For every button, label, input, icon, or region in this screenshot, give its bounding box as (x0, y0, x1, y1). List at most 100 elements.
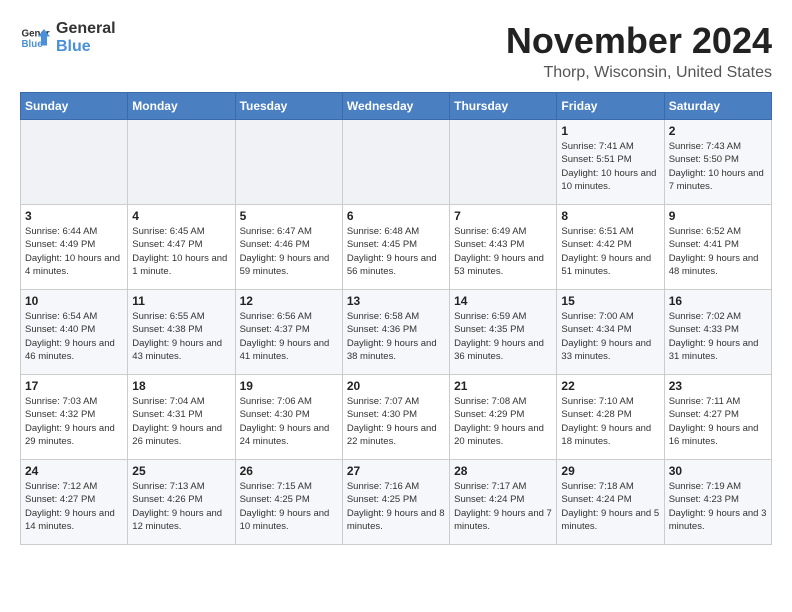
calendar-cell (235, 120, 342, 205)
day-number: 13 (347, 294, 445, 308)
day-number: 18 (132, 379, 230, 393)
location-title: Thorp, Wisconsin, United States (506, 64, 772, 82)
day-number: 16 (669, 294, 767, 308)
day-info: Sunrise: 7:04 AM Sunset: 4:31 PM Dayligh… (132, 395, 230, 448)
day-number: 10 (25, 294, 123, 308)
calendar-cell: 9Sunrise: 6:52 AM Sunset: 4:41 PM Daylig… (664, 205, 771, 290)
header-day-saturday: Saturday (664, 93, 771, 120)
day-info: Sunrise: 7:08 AM Sunset: 4:29 PM Dayligh… (454, 395, 552, 448)
header-day-monday: Monday (128, 93, 235, 120)
day-info: Sunrise: 7:03 AM Sunset: 4:32 PM Dayligh… (25, 395, 123, 448)
day-info: Sunrise: 6:45 AM Sunset: 4:47 PM Dayligh… (132, 225, 230, 278)
day-number: 8 (561, 209, 659, 223)
day-info: Sunrise: 6:47 AM Sunset: 4:46 PM Dayligh… (240, 225, 338, 278)
calendar-header: SundayMondayTuesdayWednesdayThursdayFrid… (21, 93, 772, 120)
calendar-cell: 19Sunrise: 7:06 AM Sunset: 4:30 PM Dayli… (235, 375, 342, 460)
calendar-cell: 21 Sunrise: 7:08 AM Sunset: 4:29 PM Dayli… (450, 375, 557, 460)
header-row: SundayMondayTuesdayWednesdayThursdayFrid… (21, 93, 772, 120)
calendar-cell: 7 Sunrise: 6:49 AM Sunset: 4:43 PM Daylig… (450, 205, 557, 290)
day-info: Sunrise: 7:41 AM Sunset: 5:51 PM Dayligh… (561, 140, 659, 193)
calendar-cell: 15Sunrise: 7:00 AM Sunset: 4:34 PM Dayli… (557, 290, 664, 375)
calendar-cell: 18 Sunrise: 7:04 AM Sunset: 4:31 PM Dayli… (128, 375, 235, 460)
day-info: Sunrise: 6:56 AM Sunset: 4:37 PM Dayligh… (240, 310, 338, 363)
calendar-cell: 28 Sunrise: 7:17 AM Sunset: 4:24 PM Dayli… (450, 460, 557, 545)
day-number: 26 (240, 464, 338, 478)
day-info: Sunrise: 6:52 AM Sunset: 4:41 PM Dayligh… (669, 225, 767, 278)
day-number: 4 (132, 209, 230, 223)
day-info: Sunrise: 7:12 AM Sunset: 4:27 PM Dayligh… (25, 480, 123, 533)
day-info: Sunrise: 7:10 AM Sunset: 4:28 PM Dayligh… (561, 395, 659, 448)
day-number: 28 (454, 464, 552, 478)
day-number: 20 (347, 379, 445, 393)
header: General Blue General Blue November 2024 … (20, 20, 772, 82)
week-row-1: 1 Sunrise: 7:41 AM Sunset: 5:51 PM Daylig… (21, 120, 772, 205)
calendar-cell: 6Sunrise: 6:48 AM Sunset: 4:45 PM Daylig… (342, 205, 449, 290)
day-info: Sunrise: 7:11 AM Sunset: 4:27 PM Dayligh… (669, 395, 767, 448)
day-info: Sunrise: 7:19 AM Sunset: 4:23 PM Dayligh… (669, 480, 767, 533)
calendar-cell: 23Sunrise: 7:11 AM Sunset: 4:27 PM Dayli… (664, 375, 771, 460)
calendar-cell: 3 Sunrise: 6:44 AM Sunset: 4:49 PM Daylig… (21, 205, 128, 290)
day-number: 27 (347, 464, 445, 478)
calendar-cell: 20 Sunrise: 7:07 AM Sunset: 4:30 PM Dayli… (342, 375, 449, 460)
calendar-cell: 12Sunrise: 6:56 AM Sunset: 4:37 PM Dayli… (235, 290, 342, 375)
day-number: 29 (561, 464, 659, 478)
day-info: Sunrise: 7:17 AM Sunset: 4:24 PM Dayligh… (454, 480, 552, 533)
day-info: Sunrise: 7:43 AM Sunset: 5:50 PM Dayligh… (669, 140, 767, 193)
calendar-cell: 17 Sunrise: 7:03 AM Sunset: 4:32 PM Dayli… (21, 375, 128, 460)
logo-general-text: General (56, 20, 116, 38)
day-info: Sunrise: 6:55 AM Sunset: 4:38 PM Dayligh… (132, 310, 230, 363)
calendar-cell: 26 Sunrise: 7:15 AM Sunset: 4:25 PM Dayli… (235, 460, 342, 545)
day-number: 17 (25, 379, 123, 393)
day-info: Sunrise: 6:58 AM Sunset: 4:36 PM Dayligh… (347, 310, 445, 363)
day-info: Sunrise: 7:02 AM Sunset: 4:33 PM Dayligh… (669, 310, 767, 363)
day-info: Sunrise: 7:00 AM Sunset: 4:34 PM Dayligh… (561, 310, 659, 363)
calendar-cell (128, 120, 235, 205)
calendar-cell: 24 Sunrise: 7:12 AM Sunset: 4:27 PM Dayli… (21, 460, 128, 545)
day-number: 25 (132, 464, 230, 478)
calendar-cell: 10 Sunrise: 6:54 AM Sunset: 4:40 PM Dayli… (21, 290, 128, 375)
week-row-3: 10 Sunrise: 6:54 AM Sunset: 4:40 PM Dayli… (21, 290, 772, 375)
day-info: Sunrise: 7:15 AM Sunset: 4:25 PM Dayligh… (240, 480, 338, 533)
logo: General Blue General Blue (20, 20, 116, 55)
header-day-wednesday: Wednesday (342, 93, 449, 120)
day-info: Sunrise: 6:48 AM Sunset: 4:45 PM Dayligh… (347, 225, 445, 278)
week-row-4: 17 Sunrise: 7:03 AM Sunset: 4:32 PM Dayli… (21, 375, 772, 460)
day-info: Sunrise: 6:51 AM Sunset: 4:42 PM Dayligh… (561, 225, 659, 278)
calendar-cell: 29Sunrise: 7:18 AM Sunset: 4:24 PM Dayli… (557, 460, 664, 545)
calendar-cell (21, 120, 128, 205)
calendar-table: SundayMondayTuesdayWednesdayThursdayFrid… (20, 92, 772, 545)
logo-blue-text: Blue (56, 38, 116, 56)
day-number: 21 (454, 379, 552, 393)
calendar-cell: 30Sunrise: 7:19 AM Sunset: 4:23 PM Dayli… (664, 460, 771, 545)
calendar-cell: 27Sunrise: 7:16 AM Sunset: 4:25 PM Dayli… (342, 460, 449, 545)
header-day-sunday: Sunday (21, 93, 128, 120)
day-info: Sunrise: 6:59 AM Sunset: 4:35 PM Dayligh… (454, 310, 552, 363)
calendar-cell: 1 Sunrise: 7:41 AM Sunset: 5:51 PM Daylig… (557, 120, 664, 205)
week-row-2: 3 Sunrise: 6:44 AM Sunset: 4:49 PM Daylig… (21, 205, 772, 290)
day-number: 24 (25, 464, 123, 478)
day-number: 1 (561, 124, 659, 138)
calendar-cell: 5 Sunrise: 6:47 AM Sunset: 4:46 PM Daylig… (235, 205, 342, 290)
calendar-cell (342, 120, 449, 205)
calendar-body: 1 Sunrise: 7:41 AM Sunset: 5:51 PM Daylig… (21, 120, 772, 545)
svg-text:Blue: Blue (22, 39, 44, 50)
day-info: Sunrise: 6:54 AM Sunset: 4:40 PM Dayligh… (25, 310, 123, 363)
header-day-tuesday: Tuesday (235, 93, 342, 120)
day-number: 7 (454, 209, 552, 223)
header-day-friday: Friday (557, 93, 664, 120)
day-info: Sunrise: 7:07 AM Sunset: 4:30 PM Dayligh… (347, 395, 445, 448)
day-number: 3 (25, 209, 123, 223)
header-day-thursday: Thursday (450, 93, 557, 120)
calendar-cell: 2 Sunrise: 7:43 AM Sunset: 5:50 PM Daylig… (664, 120, 771, 205)
day-number: 14 (454, 294, 552, 308)
calendar-cell (450, 120, 557, 205)
day-info: Sunrise: 6:49 AM Sunset: 4:43 PM Dayligh… (454, 225, 552, 278)
title-area: November 2024 Thorp, Wisconsin, United S… (506, 20, 772, 82)
calendar-cell: 14 Sunrise: 6:59 AM Sunset: 4:35 PM Dayli… (450, 290, 557, 375)
day-number: 2 (669, 124, 767, 138)
day-info: Sunrise: 6:44 AM Sunset: 4:49 PM Dayligh… (25, 225, 123, 278)
calendar-cell: 22Sunrise: 7:10 AM Sunset: 4:28 PM Dayli… (557, 375, 664, 460)
calendar-cell: 8 Sunrise: 6:51 AM Sunset: 4:42 PM Daylig… (557, 205, 664, 290)
day-number: 5 (240, 209, 338, 223)
calendar-cell: 16 Sunrise: 7:02 AM Sunset: 4:33 PM Dayli… (664, 290, 771, 375)
